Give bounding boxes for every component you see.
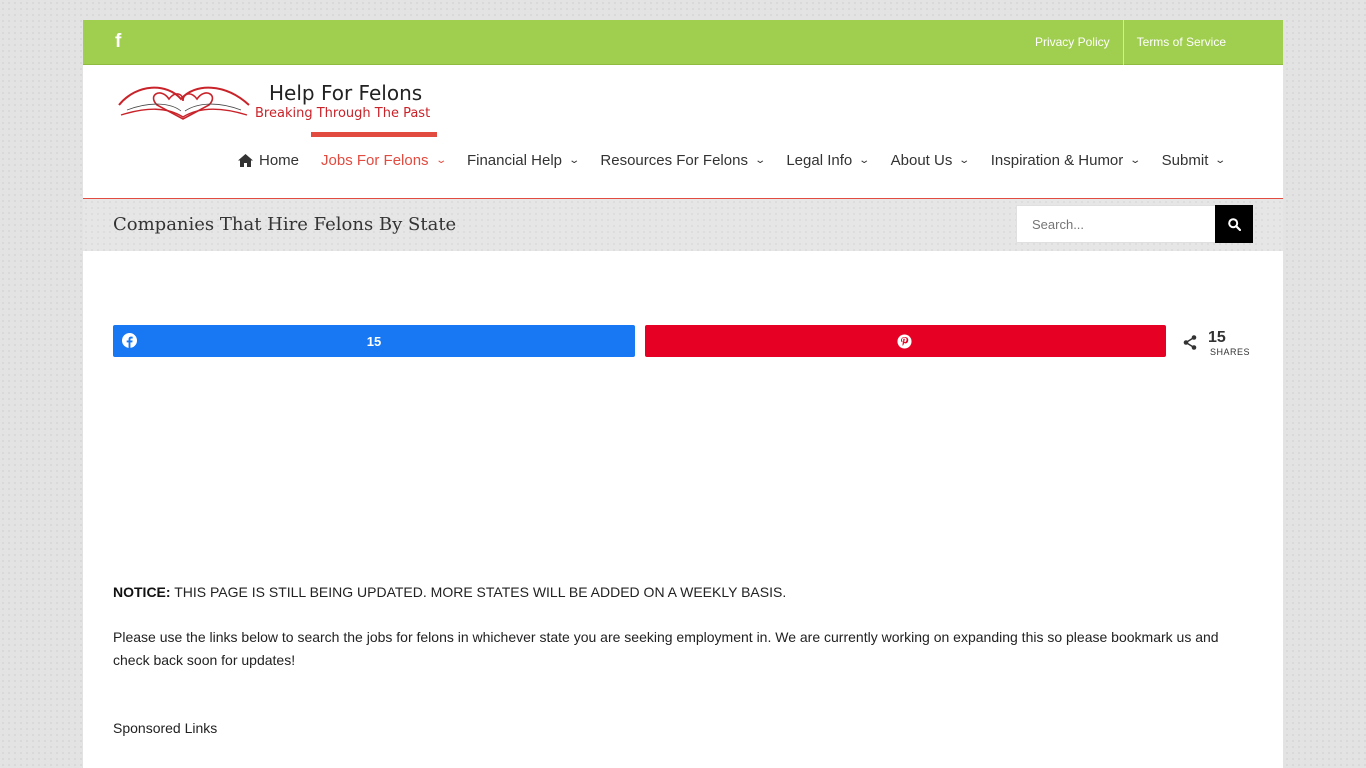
nav-label-home: Home (259, 151, 300, 169)
chevron-down-icon: ⌄ (958, 154, 971, 166)
nav-item-about-us[interactable]: About Us ⌄ (880, 152, 980, 169)
pinterest-share-button[interactable] (645, 325, 1166, 357)
page-wrapper: f Privacy Policy Terms of Service Help F… (83, 19, 1283, 768)
nav-label-legal: Legal Info (786, 151, 853, 169)
terms-of-service-link[interactable]: Terms of Service (1124, 20, 1239, 65)
logo-underline (311, 132, 437, 137)
chevron-down-icon: ⌄ (568, 154, 581, 166)
notice-body: THIS PAGE IS STILL BEING UPDATED. MORE S… (170, 584, 787, 600)
nav-item-submit[interactable]: Submit ⌄ (1151, 152, 1236, 169)
intro-paragraph: Please use the links below to search the… (113, 629, 1219, 668)
search-button[interactable] (1215, 205, 1253, 243)
facebook-share-count: 15 (366, 334, 382, 349)
nav-label-financial: Financial Help (466, 151, 562, 169)
share-total-count: 15 (1208, 329, 1226, 346)
nav-item-financial-help[interactable]: Financial Help ⌄ (456, 152, 589, 169)
chevron-down-icon: ⌄ (1129, 154, 1142, 166)
nav-item-legal-info[interactable]: Legal Info ⌄ (775, 152, 879, 169)
facebook-icon[interactable]: f (115, 31, 121, 53)
top-bar: f Privacy Policy Terms of Service (83, 19, 1283, 65)
heart-hands-logo-icon (118, 86, 250, 120)
chevron-down-icon: ⌄ (858, 154, 871, 166)
nav-label-jobs: Jobs For Felons (321, 151, 429, 169)
nav-label-inspiration: Inspiration & Humor (990, 151, 1124, 169)
nav-item-home[interactable]: Home (227, 152, 310, 169)
home-icon (238, 153, 253, 167)
main-nav: Home Jobs For Felons ⌄ Financial Help ⌄ … (227, 145, 1236, 175)
search-input[interactable] (1016, 205, 1216, 243)
logo-title: Help For Felons (269, 81, 423, 105)
top-links: Privacy Policy Terms of Service (1022, 19, 1239, 65)
site-header: Help For Felons Breaking Through The Pas… (83, 65, 1283, 199)
privacy-policy-link[interactable]: Privacy Policy (1022, 20, 1123, 65)
facebook-share-button[interactable]: 15 (113, 325, 635, 357)
share-icon (1183, 335, 1197, 350)
notice-label: NOTICE: (113, 584, 171, 600)
share-total: 15 SHARES (1181, 327, 1253, 357)
site-logo[interactable]: Help For Felons Breaking Through The Pas… (117, 77, 447, 139)
sponsored-links-label: Sponsored Links (113, 720, 218, 736)
chevron-down-icon: ⌄ (1214, 154, 1227, 166)
nav-item-jobs-for-felons[interactable]: Jobs For Felons ⌄ (310, 152, 456, 169)
page-title-bar: Companies That Hire Felons By State (83, 199, 1283, 251)
share-total-label: SHARES (1210, 347, 1251, 357)
notice-text: NOTICE: THIS PAGE IS STILL BEING UPDATED… (113, 584, 786, 600)
nav-label-submit: Submit (1161, 151, 1209, 169)
nav-item-resources[interactable]: Resources For Felons ⌄ (589, 152, 775, 169)
chevron-down-icon: ⌄ (434, 154, 447, 166)
chevron-down-icon: ⌄ (754, 154, 767, 166)
nav-item-inspiration[interactable]: Inspiration & Humor ⌄ (980, 152, 1151, 169)
share-bar: 15 15 SHARES (113, 325, 1253, 357)
nav-label-resources: Resources For Felons (600, 151, 748, 169)
page-title: Companies That Hire Felons By State (113, 214, 457, 235)
nav-label-about: About Us (890, 151, 953, 169)
search-icon (1227, 217, 1241, 231)
logo-subtitle: Breaking Through The Past (255, 106, 431, 121)
pinterest-icon (897, 334, 912, 349)
